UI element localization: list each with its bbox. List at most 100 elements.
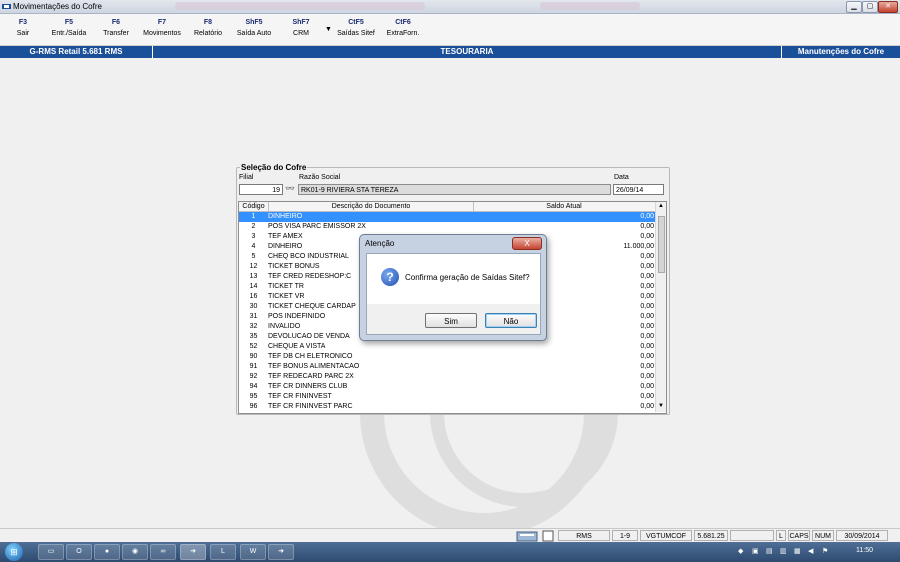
group-title: Seleção do Cofre bbox=[240, 163, 308, 172]
status-bar: RMS 1-9 VGTUMCOF 5.681.25 L CAPS NUM 30/… bbox=[0, 528, 900, 543]
row-balance: 0,00 bbox=[640, 223, 654, 230]
table-row[interactable]: 2 POS VISA PARC EMISSOR 2X 0,00 bbox=[239, 222, 655, 232]
row-balance: 0,00 bbox=[640, 343, 654, 350]
close-button[interactable]: ✕ bbox=[878, 1, 898, 13]
maximize-button[interactable]: ▢ bbox=[862, 1, 878, 13]
dialog-close-button[interactable]: X bbox=[512, 237, 542, 250]
status-loja: 1-9 bbox=[612, 530, 638, 541]
row-code: 5 bbox=[251, 253, 256, 260]
table-row[interactable]: 95 TEF CR FININVEST 0,00 bbox=[239, 392, 655, 402]
row-code: 92 bbox=[249, 373, 258, 380]
tray-monitor-icon[interactable]: ▦ bbox=[794, 547, 801, 555]
data-label: Data bbox=[614, 174, 629, 181]
row-code: 3 bbox=[251, 233, 256, 240]
toolbar-movimentos-button[interactable]: F7 Movimentos bbox=[138, 18, 186, 39]
filial-input[interactable]: 19 bbox=[239, 184, 283, 195]
row-code: 52 bbox=[249, 343, 258, 350]
app-version-label: G-RMS Retail 5.681 RMS bbox=[29, 47, 123, 56]
row-code: 16 bbox=[249, 293, 258, 300]
row-code: 12 bbox=[249, 263, 258, 270]
module-header-bar: G-RMS Retail 5.681 RMS TESOURARIA Manute… bbox=[0, 46, 900, 58]
tray-volume-icon[interactable]: ◀ bbox=[808, 547, 813, 555]
row-code: 94 bbox=[249, 383, 258, 390]
table-row[interactable]: 94 TEF CR DINNERS CLUB 0,00 bbox=[239, 382, 655, 392]
taskbar-lync-icon[interactable]: L bbox=[210, 544, 236, 560]
minimize-button[interactable]: ▁ bbox=[846, 1, 862, 13]
taskbar-firefox-icon[interactable]: ● bbox=[94, 544, 120, 560]
taskbar-clock[interactable]: 11:50 bbox=[856, 547, 873, 554]
table-row[interactable]: 52 CHEQUE A VISTA 0,00 bbox=[239, 342, 655, 352]
toolbar-extraforn-button[interactable]: CtF6 ExtraForn. bbox=[382, 18, 424, 39]
tray-app-icon[interactable]: ▤ bbox=[766, 547, 773, 555]
row-description: POS VISA PARC EMISSOR 2X bbox=[268, 223, 366, 230]
taskbar-explorer-icon[interactable]: ▭ bbox=[38, 544, 64, 560]
table-row[interactable]: 90 TEF DB CH ELETRONICO 0,00 bbox=[239, 352, 655, 362]
status-l: L bbox=[776, 530, 786, 541]
tray-shield-icon[interactable]: ◆ bbox=[738, 547, 743, 555]
tray-network-icon[interactable]: ▣ bbox=[752, 547, 759, 555]
row-balance: 0,00 bbox=[640, 353, 654, 360]
column-header-codigo[interactable]: Código bbox=[239, 202, 268, 211]
row-code: 2 bbox=[251, 223, 256, 230]
status-caps: CAPS bbox=[788, 530, 810, 541]
taskbar-outlook-icon[interactable]: O bbox=[66, 544, 92, 560]
status-date: 30/09/2014 bbox=[836, 530, 888, 541]
row-balance: 0,00 bbox=[640, 383, 654, 390]
taskbar-rms-icon[interactable]: ➜ bbox=[180, 544, 206, 560]
scroll-down-icon[interactable]: ▼ bbox=[656, 403, 666, 409]
windows-taskbar: ⊞ ▭ O ● ◉ ∞ ➜ L W ➜ ◆ ▣ ▤ ▥ ▦ ◀ ⚑ 11:50 bbox=[0, 542, 900, 562]
toolbar-saida-auto-button[interactable]: ShF5 Saída Auto bbox=[232, 18, 276, 39]
toolbar-relatorio-button[interactable]: F8 Relatório bbox=[189, 18, 227, 39]
yes-button[interactable]: Sim bbox=[425, 313, 477, 328]
table-row[interactable]: 96 TEF CR FININVEST PARC 0,00 bbox=[239, 402, 655, 412]
status-num: NUM bbox=[812, 530, 834, 541]
row-code: 1 bbox=[251, 213, 256, 220]
table-row[interactable]: 1 DINHEIRO 0,00 bbox=[239, 212, 655, 222]
tray-flag-icon[interactable]: ⚑ bbox=[822, 547, 828, 555]
dialog-message: Confirma geração de Saídas Sitef? bbox=[405, 273, 530, 282]
module-title: TESOURARIA bbox=[440, 47, 494, 56]
blurred-title-text bbox=[175, 2, 425, 10]
table-vertical-scrollbar[interactable]: ▲ ▼ bbox=[655, 202, 666, 412]
row-code: 4 bbox=[251, 243, 256, 250]
document-icon bbox=[542, 530, 554, 542]
no-button[interactable]: Não bbox=[485, 313, 537, 328]
status-empty bbox=[730, 530, 774, 541]
row-description: TEF REDECARD PARC 2X bbox=[268, 373, 354, 380]
taskbar-app-icon[interactable]: ∞ bbox=[150, 544, 176, 560]
status-system: RMS bbox=[558, 530, 610, 541]
scroll-thumb[interactable] bbox=[658, 216, 665, 273]
row-code: 30 bbox=[249, 303, 258, 310]
keyboard-icon bbox=[516, 531, 538, 542]
taskbar-rms2-icon[interactable]: ➜ bbox=[268, 544, 294, 560]
razao-social-field: RK01-9 RIVIERA STA TEREZA bbox=[298, 184, 611, 195]
toolbar-transfer-button[interactable]: F6 Transfer bbox=[98, 18, 134, 39]
toolbar-sair-button[interactable]: F3 Sair bbox=[6, 18, 40, 39]
row-balance: 0,00 bbox=[640, 373, 654, 380]
search-binoculars-icon[interactable]: 👓 bbox=[285, 184, 295, 193]
start-button-icon[interactable]: ⊞ bbox=[5, 543, 23, 561]
toolbar-entrada-saida-button[interactable]: F5 Entr./Saída bbox=[44, 18, 94, 39]
taskbar-media-icon[interactable]: ◉ bbox=[122, 544, 148, 560]
blurred-title-tab bbox=[540, 2, 640, 10]
tray-outlook-icon[interactable]: ▥ bbox=[780, 547, 787, 555]
filial-label: Filial bbox=[239, 174, 254, 181]
row-description: TEF CR FININVEST bbox=[268, 393, 332, 400]
column-header-descricao[interactable]: Descrição do Documento bbox=[269, 202, 473, 211]
razao-social-label: Razão Social bbox=[299, 174, 341, 181]
row-code: 13 bbox=[249, 273, 258, 280]
taskbar-word-icon[interactable]: W bbox=[240, 544, 266, 560]
table-row[interactable]: 92 TEF REDECARD PARC 2X 0,00 bbox=[239, 372, 655, 382]
row-code: 35 bbox=[249, 333, 258, 340]
status-program: VGTUMCOF bbox=[640, 530, 692, 541]
toolbar-crm-button[interactable]: ShF7 CRM bbox=[284, 18, 318, 39]
table-row[interactable]: 91 TEF BONUS ALIMENTACAO 0,00 bbox=[239, 362, 655, 372]
toolbar-saidas-sitef-button[interactable]: CtF5 Saídas Sitef bbox=[334, 18, 378, 39]
row-balance: 0,00 bbox=[640, 363, 654, 370]
row-code: 91 bbox=[249, 363, 258, 370]
scroll-up-icon[interactable]: ▲ bbox=[656, 203, 666, 209]
column-header-saldo[interactable]: Saldo Atual bbox=[474, 202, 654, 211]
toolbar-dropdown-arrow-icon[interactable]: ▼ bbox=[325, 26, 332, 33]
row-description: TEF CR DINNERS CLUB bbox=[268, 383, 348, 390]
date-input[interactable]: 26/09/14 bbox=[613, 184, 664, 195]
